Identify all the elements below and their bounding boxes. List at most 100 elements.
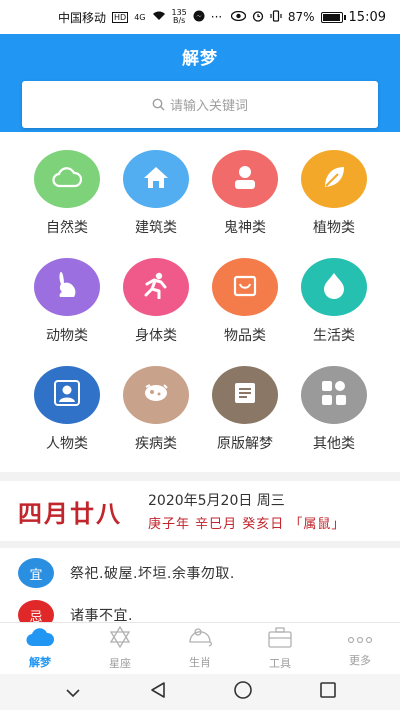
category-label: 植物类 xyxy=(313,220,355,236)
search-input[interactable]: 请输入关键词 xyxy=(22,81,378,128)
category-plant[interactable]: 植物类 xyxy=(290,150,378,250)
app-header: 解梦 请输入关键词 xyxy=(0,34,400,132)
star-of-david-icon xyxy=(109,625,131,652)
battery-percent: 87% xyxy=(287,10,315,24)
alarm-icon xyxy=(252,10,264,25)
date-info: 2020年5月20日 周三 庚子年 辛巳月 癸亥日 「属鼠」 xyxy=(148,490,345,532)
book-icon xyxy=(233,381,257,409)
category-icon-bg xyxy=(301,150,367,208)
dots-icon: ··· xyxy=(210,10,223,24)
nav-label: 更多 xyxy=(349,653,371,667)
yi-text: 祭祀.破屋.坏垣.余事勿取. xyxy=(70,566,235,582)
back-triangle-icon xyxy=(150,681,166,703)
status-left: 中国移动 HD 4G 135 B/s ··· xyxy=(58,9,222,26)
recents-square-icon xyxy=(319,681,337,703)
category-icon-bg xyxy=(34,258,100,316)
network-speed: 135 B/s xyxy=(172,9,187,25)
hd-label: HD xyxy=(112,11,129,23)
category-icon-bg xyxy=(123,258,189,316)
category-icon-bg xyxy=(212,258,278,316)
status-right: 87% 15:09 xyxy=(230,9,386,25)
nav-dream[interactable]: 解梦 xyxy=(0,623,80,674)
category-label: 自然类 xyxy=(46,220,88,236)
drop-icon xyxy=(322,271,346,303)
category-label: 原版解梦 xyxy=(217,436,273,452)
category-icon-bg xyxy=(301,366,367,424)
category-people[interactable]: 人物类 xyxy=(23,366,111,466)
wifi-icon xyxy=(152,10,166,24)
person-icon xyxy=(233,164,257,194)
recents-button[interactable] xyxy=(308,677,348,707)
leaf-icon xyxy=(321,164,347,194)
category-disease[interactable]: 疾病类 xyxy=(112,366,200,466)
category-icon-bg xyxy=(301,258,367,316)
battery-icon xyxy=(320,11,346,23)
category-label: 其他类 xyxy=(313,436,355,452)
hide-keyboard-button[interactable] xyxy=(53,677,93,707)
running-person-icon xyxy=(142,271,170,303)
more-dots-icon xyxy=(347,630,373,649)
solar-date: 2020年5月20日 周三 xyxy=(148,493,285,509)
nav-constellation[interactable]: 星座 xyxy=(80,623,160,674)
user-icon xyxy=(54,380,80,410)
cloud-icon xyxy=(26,627,55,651)
battery-fill xyxy=(322,13,340,21)
nav-label: 工具 xyxy=(269,657,291,670)
category-grid: 自然类 建筑类 鬼神类 植物类 动物类 身体类 物品类 生活类 人物类 疾病类 … xyxy=(0,132,400,472)
nav-label: 星座 xyxy=(109,657,131,670)
bag-icon xyxy=(232,273,258,301)
yi-row: 宜 祭祀.破屋.坏垣.余事勿取. xyxy=(18,558,235,588)
chevron-down-icon xyxy=(65,683,81,702)
cloud-icon xyxy=(52,166,83,192)
vibrate-icon xyxy=(270,9,282,25)
clock: 15:09 xyxy=(348,9,386,25)
category-label: 物品类 xyxy=(224,328,266,344)
system-nav-bar xyxy=(0,674,400,710)
toolbox-icon xyxy=(267,626,293,652)
category-original[interactable]: 原版解梦 xyxy=(201,366,289,466)
page-title: 解梦 xyxy=(182,49,218,69)
category-label: 鬼神类 xyxy=(224,220,266,236)
network-label: 4G xyxy=(134,12,146,22)
home-button[interactable] xyxy=(223,677,263,707)
category-life[interactable]: 生活类 xyxy=(290,258,378,358)
category-label: 动物类 xyxy=(46,328,88,344)
yi-badge: 宜 xyxy=(18,558,54,588)
nav-more[interactable]: 更多 xyxy=(320,623,400,674)
category-icon-bg xyxy=(123,150,189,208)
nav-label: 解梦 xyxy=(29,656,51,669)
category-label: 生活类 xyxy=(313,328,355,344)
category-animal[interactable]: 动物类 xyxy=(23,258,111,358)
home-circle-icon xyxy=(233,680,253,704)
category-label: 建筑类 xyxy=(135,220,177,236)
bottom-nav: 解梦 星座 生肖 工具 更多 xyxy=(0,622,400,674)
category-label: 疾病类 xyxy=(135,436,177,452)
category-icon-bg xyxy=(123,366,189,424)
category-label: 身体类 xyxy=(135,328,177,344)
eye-icon xyxy=(230,10,247,24)
grid-icon xyxy=(321,380,347,410)
nav-tools[interactable]: 工具 xyxy=(240,623,320,674)
back-button[interactable] xyxy=(138,677,178,707)
carrier-label: 中国移动 xyxy=(58,10,107,25)
yiji-panel: 宜 祭祀.破屋.坏垣.余事勿取. 忌 诸事不宜. xyxy=(0,548,400,628)
category-item[interactable]: 物品类 xyxy=(201,258,289,358)
category-nature[interactable]: 自然类 xyxy=(23,150,111,250)
pill-icon xyxy=(142,381,170,409)
ganzhi-date: 庚子年 辛巳月 癸亥日 「属鼠」 xyxy=(148,517,346,532)
lunar-date: 四月廿八 xyxy=(18,499,122,528)
category-ghost[interactable]: 鬼神类 xyxy=(201,150,289,250)
mouse-icon xyxy=(187,627,213,651)
category-icon-bg xyxy=(34,150,100,208)
calendar-panel: 四月廿八 2020年5月20日 周三 庚子年 辛巳月 癸亥日 「属鼠」 xyxy=(0,481,400,541)
status-bar: 中国移动 HD 4G 135 B/s ··· 87% 15:09 xyxy=(0,0,400,34)
category-other[interactable]: 其他类 xyxy=(290,366,378,466)
nav-label: 生肖 xyxy=(189,656,211,669)
category-building[interactable]: 建筑类 xyxy=(112,150,200,250)
speed-unit: B/s xyxy=(172,16,186,25)
category-icon-bg xyxy=(212,366,278,424)
category-body[interactable]: 身体类 xyxy=(112,258,200,358)
nav-zodiac[interactable]: 生肖 xyxy=(160,623,240,674)
category-icon-bg xyxy=(212,150,278,208)
category-icon-bg xyxy=(34,366,100,424)
